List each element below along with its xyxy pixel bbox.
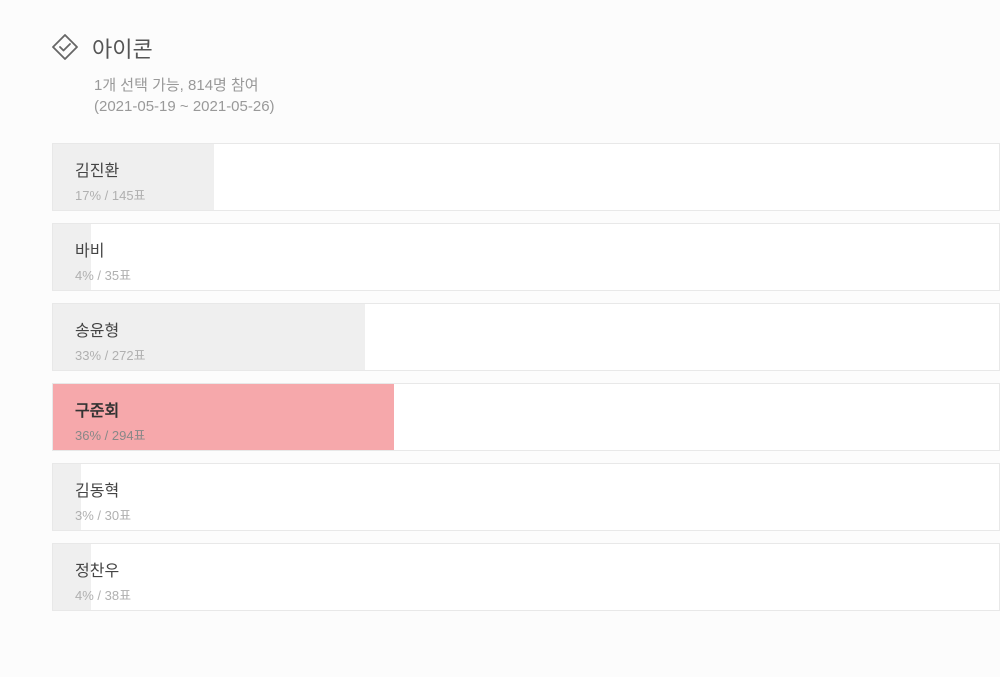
poll-content: 바비 4% / 35표: [53, 224, 999, 291]
poll-item[interactable]: 정찬우 4% / 38표: [52, 543, 1000, 611]
poll-option-name: 구준회: [75, 397, 977, 421]
poll-content: 정찬우 4% / 38표: [53, 544, 999, 611]
poll-option-stats: 36% / 294표: [75, 425, 977, 444]
poll-subtitle: 1개 선택 가능, 814명 참여: [94, 74, 275, 98]
poll-content: 김동혁 3% / 30표: [53, 464, 999, 531]
poll-content: 김진환 17% / 145표: [53, 144, 999, 211]
poll-header: 아이콘 1개 선택 가능, 814명 참여 (2021-05-19 ~ 2021…: [52, 32, 1000, 115]
poll-item[interactable]: 김동혁 3% / 30표: [52, 463, 1000, 531]
poll-date-range: (2021-05-19 ~ 2021-05-26): [94, 98, 275, 115]
poll-option-name: 김동혁: [75, 477, 977, 501]
poll-content: 구준회 36% / 294표: [53, 384, 999, 451]
poll-option-stats: 4% / 35표: [75, 265, 977, 284]
poll-title: 아이콘: [92, 32, 275, 64]
poll-option-stats: 4% / 38표: [75, 585, 977, 604]
poll-option-name: 정찬우: [75, 557, 977, 581]
checkmark-diamond-icon: [52, 34, 78, 65]
poll-option-name: 바비: [75, 237, 977, 261]
poll-item[interactable]: 김진환 17% / 145표: [52, 143, 1000, 211]
poll-item[interactable]: 바비 4% / 35표: [52, 223, 1000, 291]
poll-item[interactable]: 송윤형 33% / 272표: [52, 303, 1000, 371]
header-text-block: 아이콘 1개 선택 가능, 814명 참여 (2021-05-19 ~ 2021…: [94, 32, 275, 115]
poll-content: 송윤형 33% / 272표: [53, 304, 999, 371]
poll-list: 김진환 17% / 145표 바비 4% / 35표 송윤형 33% / 272…: [52, 143, 1000, 611]
poll-option-stats: 3% / 30표: [75, 505, 977, 524]
poll-option-name: 송윤형: [75, 317, 977, 341]
poll-item[interactable]: 구준회 36% / 294표: [52, 383, 1000, 451]
poll-option-name: 김진환: [75, 157, 977, 181]
poll-option-stats: 17% / 145표: [75, 185, 977, 204]
poll-option-stats: 33% / 272표: [75, 345, 977, 364]
